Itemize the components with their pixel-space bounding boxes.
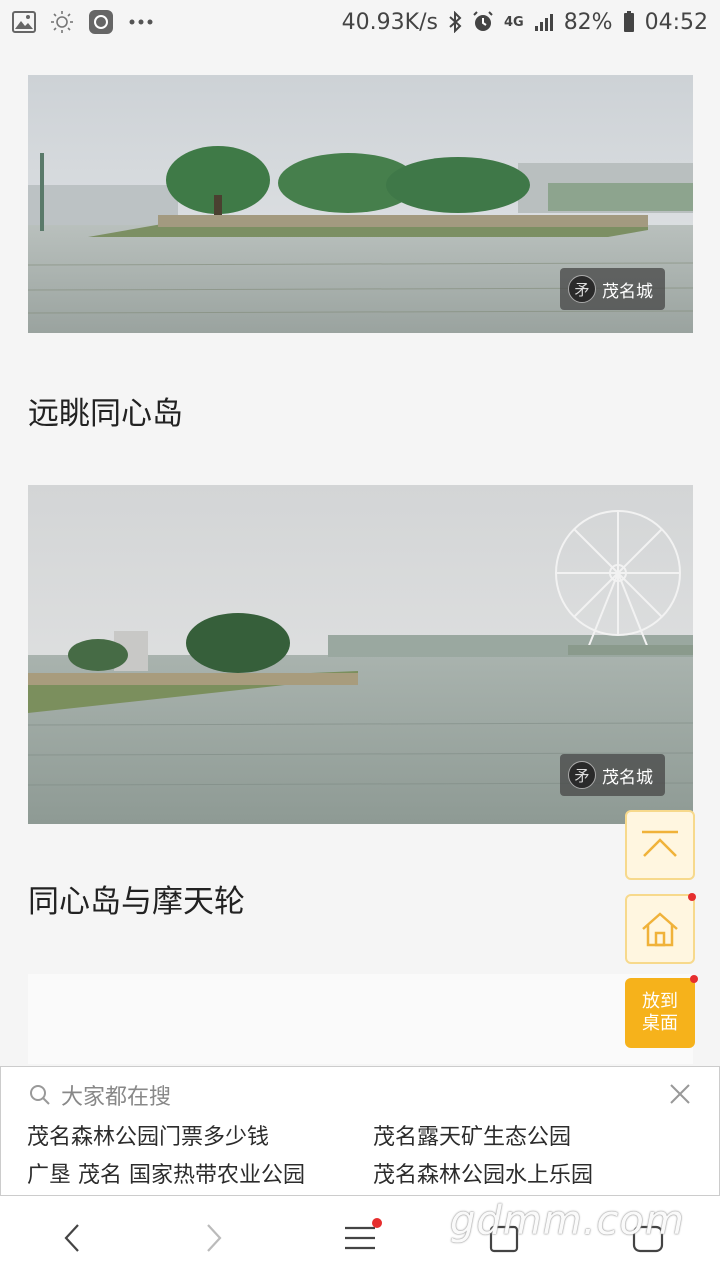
- notification-dot: [690, 975, 698, 983]
- brand-logo-icon: 矛: [568, 275, 596, 303]
- chevron-left-icon: [64, 1224, 79, 1252]
- trending-search-item[interactable]: 茂名露天矿生态公园: [373, 1119, 571, 1151]
- battery-percent: 82%: [563, 9, 613, 35]
- alarm-icon: [472, 11, 494, 33]
- network-type: 4G: [503, 14, 524, 30]
- next-content-card: [28, 974, 693, 1064]
- bluetooth-icon: [448, 11, 462, 33]
- photo-watermark: 矛 茂名城: [560, 268, 665, 310]
- clock: 04:52: [644, 9, 708, 35]
- brightness-icon: [50, 10, 74, 34]
- menu-icon: [345, 1226, 375, 1250]
- photo-caption-2: 同心岛与摩天轮: [28, 884, 245, 920]
- add-to-desktop-button[interactable]: 放到 桌面: [625, 975, 698, 1048]
- notification-dot: [688, 893, 696, 901]
- site-watermark: gdmm.com: [450, 1198, 685, 1244]
- article-photo-2[interactable]: 矛 茂名城: [28, 485, 693, 824]
- article-content: 矛 茂名城 远眺同心岛 矛 茂名城 同心岛与摩天轮: [0, 44, 720, 1064]
- home-icon: [642, 912, 678, 947]
- notification-dot: [372, 1218, 382, 1228]
- more-notifications-icon: [128, 18, 154, 26]
- scroll-to-top-button[interactable]: [625, 810, 695, 880]
- status-bar: 40.93K/s 4G 82% 04:52: [0, 0, 720, 44]
- home-button[interactable]: [625, 893, 696, 964]
- arrow-up-icon: [642, 830, 678, 857]
- trending-search-item[interactable]: 茂名森林公园门票多少钱: [27, 1119, 269, 1151]
- trending-search-item[interactable]: 广垦 茂名 国家热带农业公园: [27, 1157, 305, 1189]
- gallery-icon: [12, 11, 36, 33]
- app-notification-icon: [88, 9, 114, 35]
- trending-search-panel: 大家都在搜 茂名森林公园门票多少钱 茂名露天矿生态公园 广垦 茂名 国家热带农业…: [0, 1066, 720, 1196]
- search-icon: [30, 1085, 50, 1105]
- chevron-right-icon: [207, 1224, 222, 1252]
- back-button[interactable]: [48, 1214, 96, 1262]
- article-photo-1[interactable]: 矛 茂名城: [28, 75, 693, 333]
- battery-icon: [623, 11, 635, 33]
- trending-search-item[interactable]: 茂名森林公园水上乐园: [373, 1157, 593, 1189]
- photo-watermark: 矛 茂名城: [560, 754, 665, 796]
- menu-button[interactable]: [336, 1214, 384, 1262]
- close-icon[interactable]: [667, 1081, 693, 1107]
- network-speed: 40.93K/s: [341, 9, 438, 35]
- brand-logo-icon: 矛: [568, 761, 596, 789]
- signal-icon: [534, 12, 554, 32]
- forward-button[interactable]: [190, 1214, 238, 1262]
- trending-search-header: 大家都在搜: [29, 1079, 171, 1111]
- photo-caption-1: 远眺同心岛: [28, 396, 183, 432]
